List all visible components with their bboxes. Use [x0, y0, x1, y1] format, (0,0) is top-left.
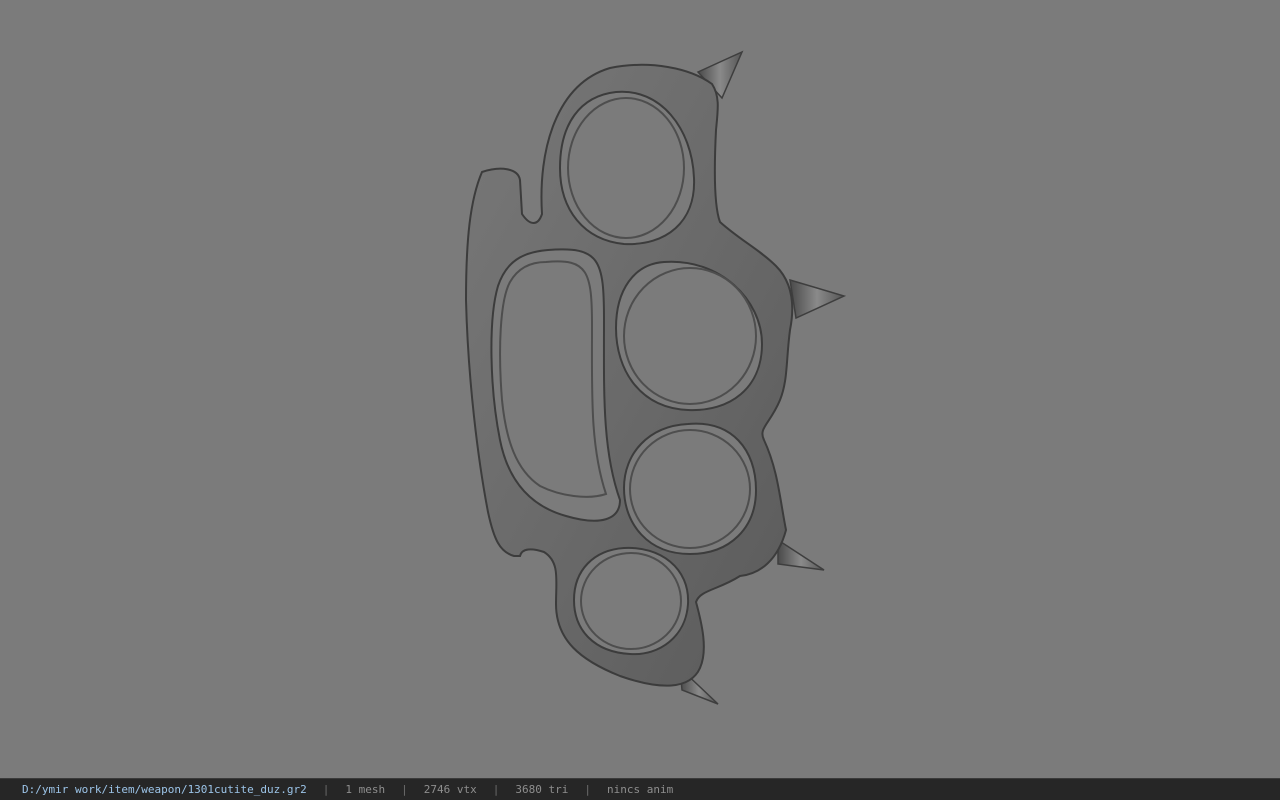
vertex-count: 2746 vtx [423, 783, 477, 796]
separator: | [401, 783, 408, 796]
mesh-count: 1 mesh [345, 783, 386, 796]
spike-upper-right [789, 278, 847, 320]
triangle-count: 3680 tri [515, 783, 569, 796]
spike-lower-right [777, 538, 825, 571]
status-bar: D:/ymir work/item/weapon/1301cutite_duz.… [0, 778, 1280, 800]
separator: | [584, 783, 591, 796]
3d-viewport[interactable] [0, 0, 1280, 778]
brass-knuckles-model [464, 50, 847, 705]
file-path: D:/ymir work/item/weapon/1301cutite_duz.… [22, 783, 307, 796]
separator: | [492, 783, 500, 796]
animation-status: nincs anim [607, 783, 674, 796]
separator: | [322, 783, 330, 796]
